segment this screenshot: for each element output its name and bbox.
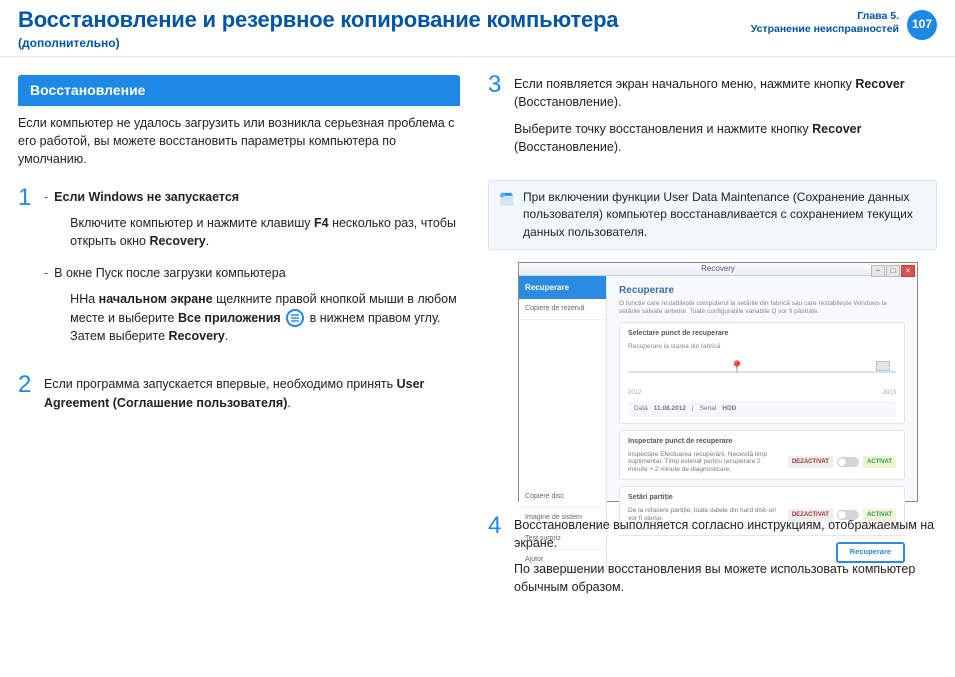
ss-panel-select-point: Selectare punct de recuperare Recuperare… [619,322,905,424]
step-4-body: Восстановление выполняется согласно инст… [514,516,937,605]
recovery-window-screenshot: Recovery − □ × Recuperare Copiere de rez… [518,262,918,502]
intro-paragraph: Если компьютер не удалось загрузить или … [18,114,460,168]
t: Выберите точку восстановления и нажмите … [514,122,812,136]
title-block: Восстановление и резервное копирование к… [18,4,618,52]
t: Recovery [169,329,225,343]
dash-icon: - [44,188,48,258]
step-1-number: 1 [18,186,34,210]
ss-main-sub: O funcție care restabilește computerul l… [619,300,905,316]
ss-panel1-sub: Recuperare la starea din fabrică [628,343,896,351]
step-2-number: 2 [18,373,34,397]
bullet1-title: Если Windows не запускается [54,190,239,204]
ss-main-heading: Recuperare [619,284,905,299]
bullet2-title: В окне Пуск после загрузки компьютера [54,264,460,282]
page-header: Восстановление и резервное копирование к… [0,0,955,57]
serial-value: HDD [722,404,736,413]
ss-timeline-line [628,371,896,373]
step-3-number: 3 [488,73,504,97]
ss-btn-copiere-disc[interactable]: Copiere disc [519,487,606,508]
toggle-on-label: ACTIVAT [863,456,896,469]
date-value: 11.08.2012 [654,404,686,413]
t: Recover [812,122,861,136]
year-a: 2012 [628,389,641,398]
ss-panel-inspect: Inspectare punct de recuperare Inspectar… [619,430,905,481]
switch-icon[interactable] [837,510,859,520]
ss-years: 2012 2013 [628,389,896,398]
close-icon[interactable]: × [901,265,915,277]
ss-titlebar: Recovery − □ × [519,263,917,276]
t: Если программа запускается впервые, необ… [44,377,397,391]
ss-panel2-title: Inspectare punct de recuperare [628,437,896,447]
minimize-icon[interactable]: − [871,265,885,277]
t: Если появляется экран начального меню, н… [514,77,855,91]
flag-icon[interactable] [876,361,890,371]
chapter-line2: Устранение неисправностей [751,23,899,36]
step-3-body: Если появляется экран начального меню, н… [514,75,937,164]
ss-window-buttons: − □ × [871,265,915,277]
t: ННа [70,292,98,306]
step-3: 3 Если появляется экран начального меню,… [488,75,937,164]
note-text: При включении функции User Data Maintena… [523,190,913,239]
chapter-line1: Глава 5. [751,10,899,23]
t: Все приложения [178,311,281,325]
page-subtitle: (дополнительно) [18,35,618,52]
note-icon [497,189,517,209]
step-4-number: 4 [488,514,504,538]
ss-panel3-title: Setări partiție [628,493,896,503]
step-2: 2 Если программа запускается впервые, не… [18,375,460,419]
page-title: Восстановление и резервное копирование к… [18,4,618,36]
step4-p2: По завершении восстановления вы можете и… [514,560,937,596]
ss-timeline[interactable]: 📍 [628,357,896,385]
ss-tab-copiere[interactable]: Copiere de rezervă [519,299,606,320]
chapter-text: Глава 5. Устранение неисправностей [751,10,899,36]
note-box: При включении функции User Data Maintena… [488,180,937,250]
t: (Восстановление). [514,95,621,109]
dash-icon: - [44,264,48,353]
left-column: Восстановление Если компьютер не удалось… [18,75,460,620]
step-1: 1 - Если Windows не запускается Включите… [18,188,460,359]
t: Включите компьютер и нажмите клавишу [70,216,314,230]
step-1-bullet-2: - В окне Пуск после загрузки компьютера … [44,264,460,353]
step-4: 4 Восстановление выполняется согласно ин… [488,516,937,605]
t: . [225,329,228,343]
t: начальном экране [99,292,213,306]
toggle-off-label: DEZACTIVAT [788,456,833,469]
bullet1-body: Включите компьютер и нажмите клавишу F4 … [70,214,460,250]
t: Recover [855,77,904,91]
chapter-block: Глава 5. Устранение неисправностей 107 [751,4,937,40]
ss-tab-recuperare[interactable]: Recuperare [519,276,606,300]
t: . [287,396,290,410]
maximize-icon[interactable]: □ [886,265,900,277]
bullet2-body: ННа начальном экране щелкните правой кно… [70,290,460,345]
step4-p1: Восстановление выполняется согласно инст… [514,516,937,552]
step-1-body: - Если Windows не запускается Включите к… [44,188,460,359]
serial-label: Serial [700,404,717,413]
ss-panel1-title: Selectare punct de recuperare [628,329,896,339]
page-number-badge: 107 [907,10,937,40]
step-1-bullet-1: - Если Windows не запускается Включите к… [44,188,460,258]
ss-toggle-1[interactable]: DEZACTIVAT ACTIVAT [788,456,896,469]
date-label: Dată [634,404,648,413]
ss-window-title: Recovery [701,263,735,275]
all-apps-icon [286,309,304,327]
t: . [206,234,209,248]
key-f4: F4 [314,216,329,230]
recovery-word: Recovery [149,234,205,248]
section-heading: Восстановление [18,75,460,105]
content-columns: Восстановление Если компьютер не удалось… [0,57,955,620]
year-b: 2013 [883,389,896,398]
ss-info-row: Dată 11.08.2012 | Serial HDD [628,401,896,416]
step-2-body: Если программа запускается впервые, необ… [44,375,460,419]
ss-panel2-desc: Inspectare Efectuarea recuperării. Neces… [628,451,778,473]
pin-icon[interactable]: 📍 [730,359,745,376]
t: (Восстановление). [514,140,621,154]
switch-icon[interactable] [837,457,859,467]
right-column: 3 Если появляется экран начального меню,… [488,75,937,620]
